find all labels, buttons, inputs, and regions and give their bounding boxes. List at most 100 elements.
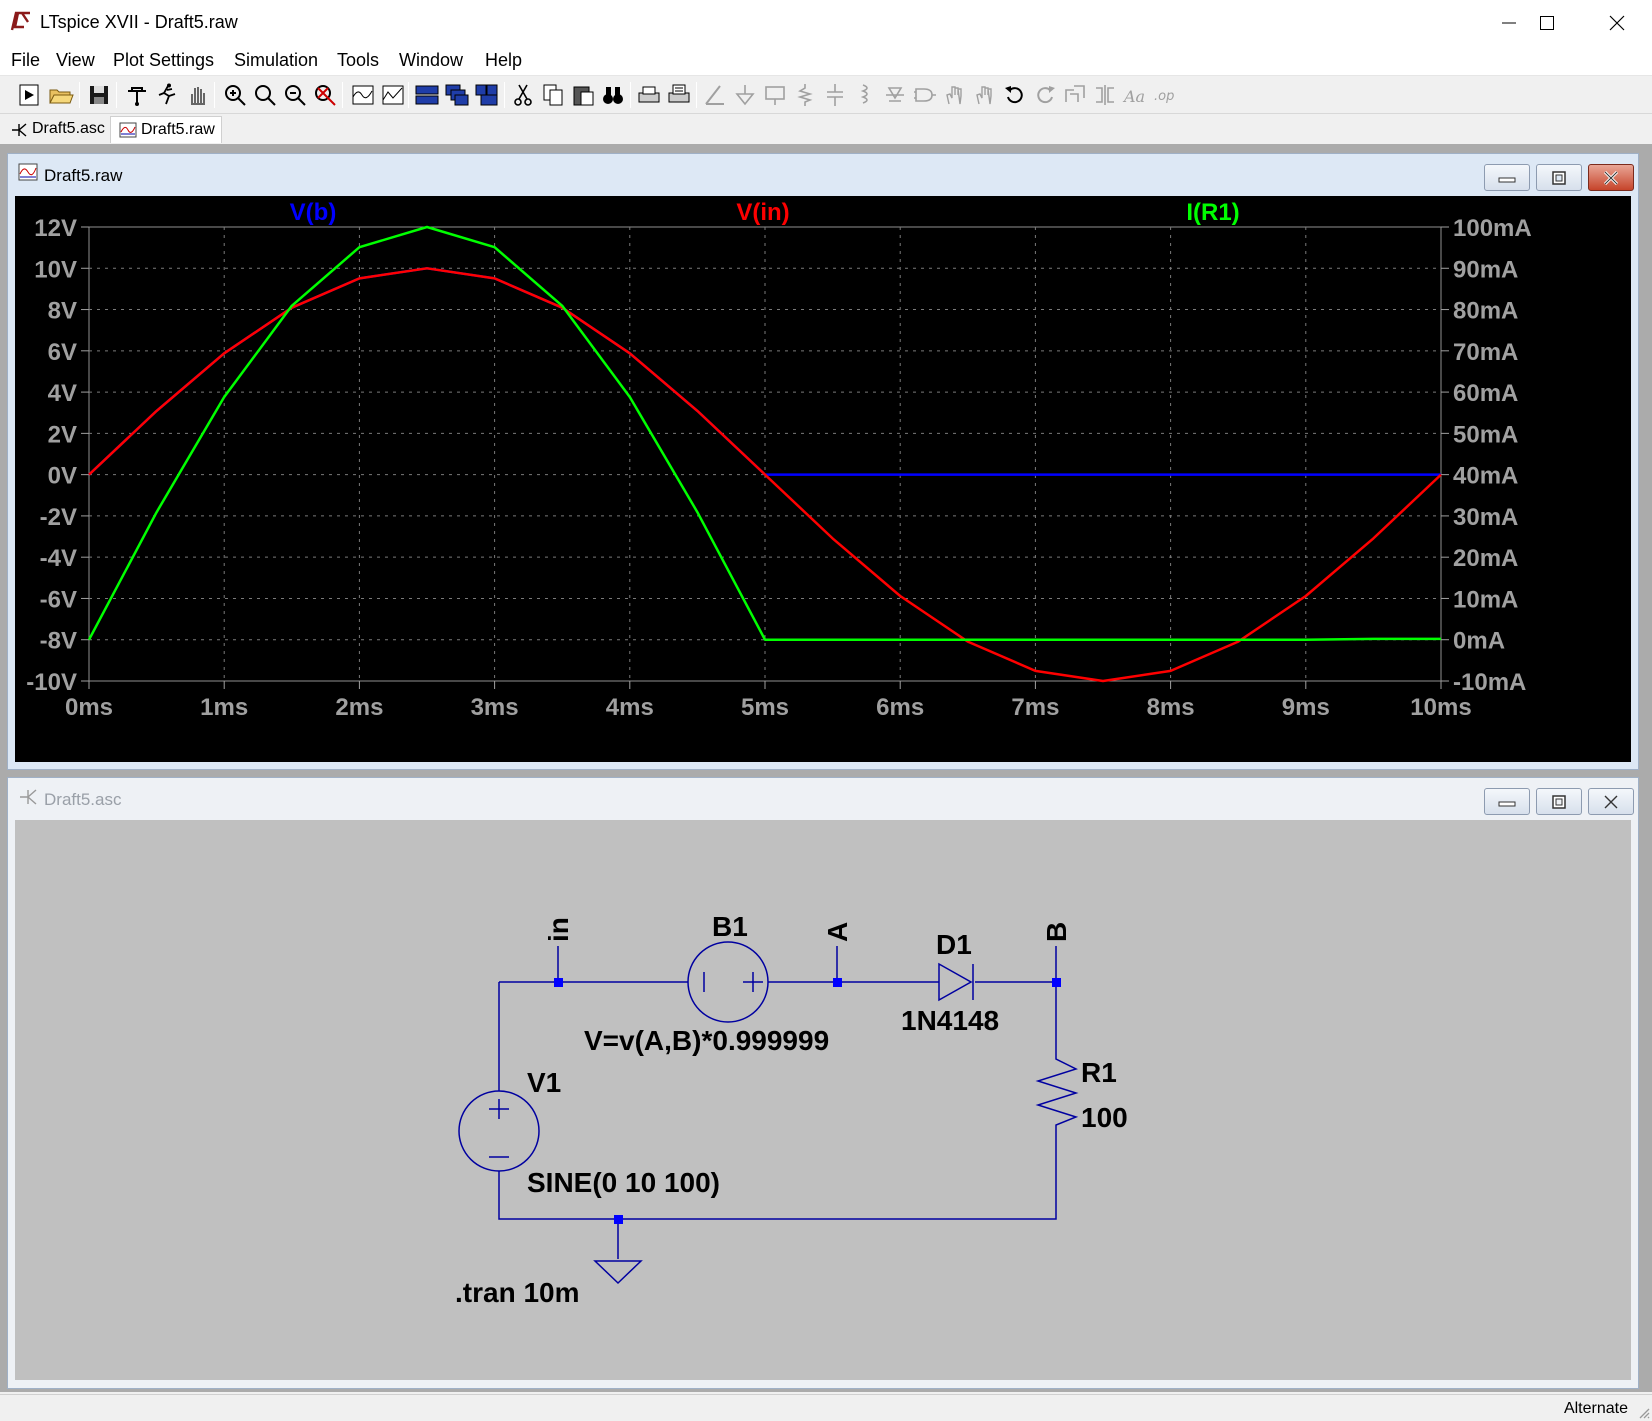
- print-preview-icon[interactable]: [666, 82, 692, 108]
- net-label-b[interactable]: B: [1041, 922, 1072, 942]
- menu-window[interactable]: Window: [399, 50, 463, 71]
- menu-simulation[interactable]: Simulation: [234, 50, 318, 71]
- resize-grip-icon[interactable]: [1636, 1405, 1650, 1419]
- waveform-window: Draft5.raw 0ms 1ms 2ms 3ms 4ms 5ms 6ms 7ms 8ms 9m…: [7, 153, 1639, 770]
- undo-icon[interactable]: [1002, 82, 1028, 108]
- y-right-tick-label: -10mA: [1453, 669, 1526, 696]
- x-tick-label: 10ms: [1410, 694, 1471, 721]
- tab-draft5-raw[interactable]: Draft5.raw: [110, 116, 222, 143]
- schematic-window: Draft5.asc in A B B1 V=v(A,B)*0.999999 D…: [7, 777, 1639, 1389]
- schematic-icon: [20, 789, 37, 805]
- rotate-icon: [1065, 85, 1085, 102]
- cut-icon[interactable]: [510, 82, 536, 108]
- trace-label[interactable]: V(in): [736, 199, 789, 226]
- open-folder-icon[interactable]: [48, 82, 74, 108]
- tile-vertical-icon[interactable]: [474, 82, 500, 108]
- tab-label: Draft5.raw: [141, 121, 215, 138]
- y-left-tick-label: 10V: [34, 256, 77, 283]
- d1-model[interactable]: 1N4148: [901, 1005, 999, 1036]
- control-panel-icon[interactable]: [124, 82, 150, 108]
- paste-icon[interactable]: [570, 82, 596, 108]
- menu-help[interactable]: Help: [485, 50, 522, 71]
- tile-horizontal-icon[interactable]: [414, 82, 440, 108]
- y-left-tick-label: 6V: [48, 339, 77, 366]
- v1-value[interactable]: SINE(0 10 100): [527, 1167, 720, 1198]
- d1-name[interactable]: D1: [936, 929, 972, 960]
- autorange-icon[interactable]: [350, 82, 376, 108]
- waveform-plot[interactable]: 0ms 1ms 2ms 3ms 4ms 5ms 6ms 7ms 8ms 9ms 10ms 12V 10V…: [15, 196, 1631, 762]
- zoom-out-icon[interactable]: [282, 82, 308, 108]
- menu-file[interactable]: File: [11, 50, 40, 71]
- y-right-tick-label: 50mA: [1453, 421, 1518, 448]
- r1-name[interactable]: R1: [1081, 1057, 1117, 1088]
- new-schematic-icon[interactable]: [16, 82, 42, 108]
- save-icon[interactable]: [86, 82, 112, 108]
- resistor-icon: [797, 84, 813, 106]
- minimize-icon: [1498, 801, 1516, 806]
- schematic-minimize-button[interactable]: [1484, 788, 1530, 815]
- d1-diode-symbol[interactable]: [938, 962, 974, 1002]
- b1-plus-mark: [743, 972, 763, 992]
- status-text: Alternate: [1563, 1400, 1628, 1417]
- x-tick-label: 0ms: [65, 694, 113, 721]
- waveform-restore-button[interactable]: [1536, 164, 1582, 191]
- x-tick-label: 4ms: [606, 694, 654, 721]
- schematic-icon: [12, 123, 27, 137]
- print-icon[interactable]: [636, 82, 662, 108]
- schematic-restore-button[interactable]: [1536, 788, 1582, 815]
- y-right-tick-label: 80mA: [1453, 298, 1518, 325]
- schematic-drawing[interactable]: in A B B1 V=v(A,B)*0.999999 D1 1N4148 R1…: [15, 820, 1631, 1380]
- waveform-window-titlebar[interactable]: Draft5.raw: [8, 154, 1638, 192]
- menu-plot-settings[interactable]: Plot Settings: [113, 50, 214, 71]
- ltspice-app: LTspice XVII - Draft5.raw File View Plot…: [0, 0, 1652, 1421]
- net-label-a[interactable]: A: [822, 922, 853, 942]
- close-button[interactable]: [1582, 0, 1652, 46]
- run-icon[interactable]: [154, 82, 180, 108]
- toolbar: Aa .op: [8, 78, 1652, 112]
- ground-symbol[interactable]: [593, 1260, 643, 1285]
- r1-value[interactable]: 100: [1081, 1102, 1128, 1133]
- status-bar: Alternate: [0, 1394, 1652, 1421]
- b1-name[interactable]: B1: [712, 911, 748, 942]
- diode-icon: [886, 87, 904, 102]
- autorange-y-icon[interactable]: [380, 82, 406, 108]
- v1-name[interactable]: V1: [527, 1067, 561, 1098]
- waveform-chart[interactable]: 0ms 1ms 2ms 3ms 4ms 5ms 6ms 7ms 8ms 9ms 10ms 12V 10V…: [15, 196, 1631, 762]
- menu-tools[interactable]: Tools: [337, 50, 379, 71]
- find-icon[interactable]: [600, 82, 626, 108]
- x-tick-label: 1ms: [200, 694, 248, 721]
- zoom-in-icon[interactable]: [222, 82, 248, 108]
- halt-icon[interactable]: [184, 82, 210, 108]
- y-right-tick-label: 100mA: [1453, 215, 1532, 242]
- minimize-icon: [1498, 177, 1516, 182]
- trace-label[interactable]: V(b): [290, 199, 337, 226]
- y-right-tick-label: 0mA: [1453, 628, 1505, 655]
- cascade-icon[interactable]: [444, 82, 470, 108]
- menu-view[interactable]: View: [56, 50, 95, 71]
- trace-label[interactable]: I(R1): [1186, 199, 1239, 226]
- tab-draft5-asc[interactable]: Draft5.asc: [2, 116, 111, 143]
- junction-in: [554, 978, 563, 987]
- waveform-close-button[interactable]: [1588, 164, 1634, 191]
- x-tick-label: 5ms: [741, 694, 789, 721]
- waveform-minimize-button[interactable]: [1484, 164, 1530, 191]
- y-right-tick-label: 60mA: [1453, 380, 1518, 407]
- schematic-canvas[interactable]: in A B B1 V=v(A,B)*0.999999 D1 1N4148 R1…: [15, 820, 1631, 1380]
- junction-a: [833, 978, 842, 987]
- close-icon: [1604, 795, 1618, 808]
- x-tick-label: 2ms: [335, 694, 383, 721]
- junction-b: [1052, 978, 1061, 987]
- spice-directive[interactable]: .tran 10m: [455, 1277, 580, 1308]
- pan-icon[interactable]: [252, 82, 278, 108]
- net-label-in[interactable]: in: [543, 917, 574, 942]
- r1-resistor-symbol[interactable]: [1035, 1051, 1079, 1139]
- b1-expression[interactable]: V=v(A,B)*0.999999: [584, 1025, 829, 1056]
- schematic-close-button[interactable]: [1588, 788, 1634, 815]
- schematic-window-titlebar[interactable]: Draft5.asc: [8, 778, 1638, 816]
- tab-label: Draft5.asc: [32, 120, 105, 137]
- zoom-fit-icon[interactable]: [312, 82, 338, 108]
- y-right-tick-label: 30mA: [1453, 504, 1518, 531]
- copy-icon[interactable]: [540, 82, 566, 108]
- y-left-tick-label: 2V: [48, 421, 77, 448]
- maximize-button[interactable]: [1512, 0, 1582, 46]
